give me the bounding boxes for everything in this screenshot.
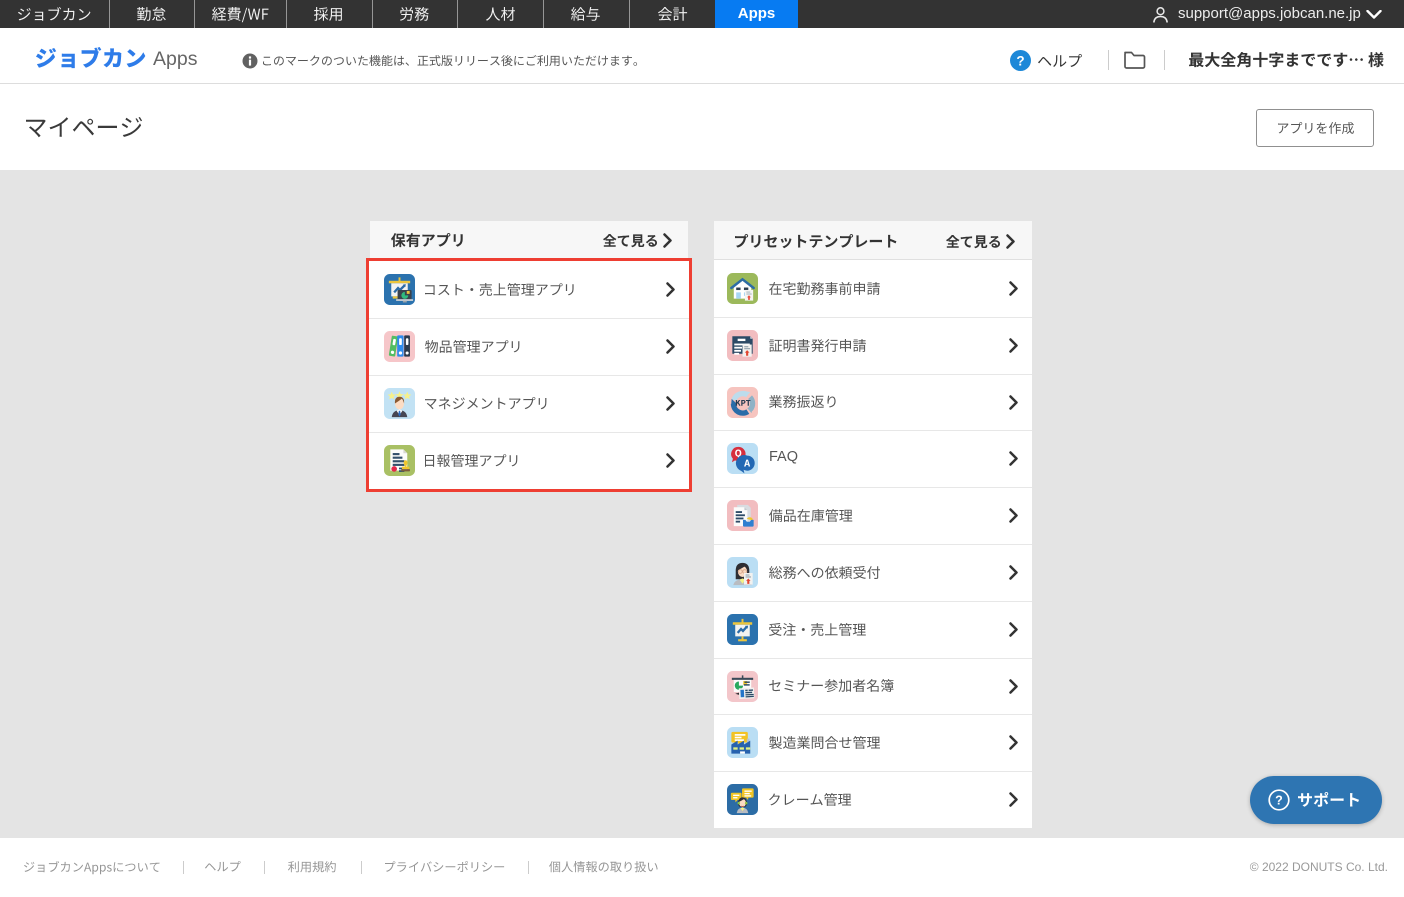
svg-text:?: ? bbox=[1275, 794, 1283, 808]
svg-text:?: ? bbox=[1016, 53, 1024, 68]
